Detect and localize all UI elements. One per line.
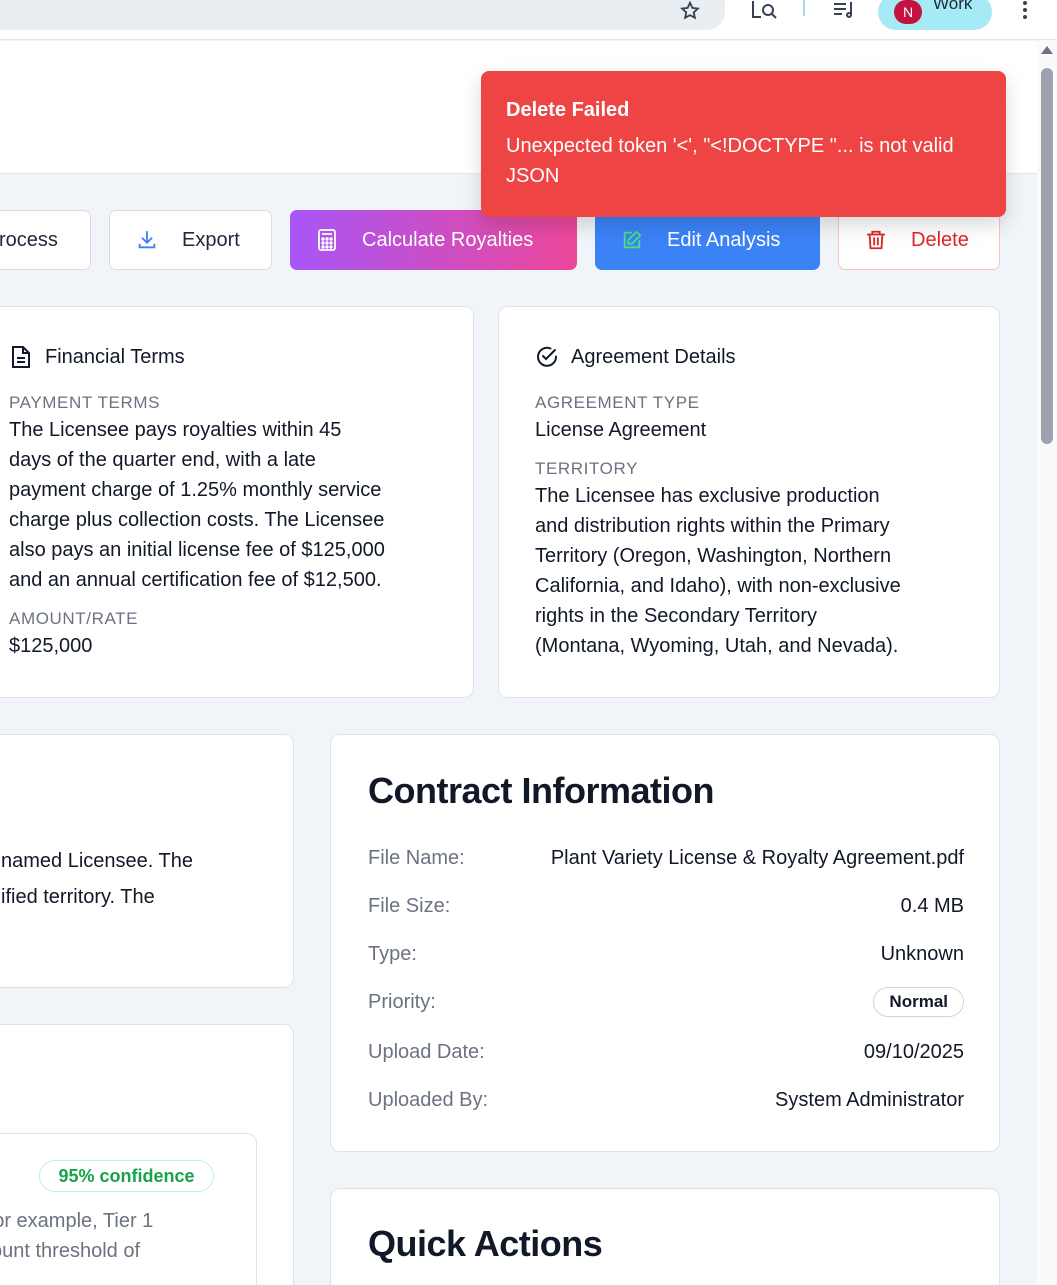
upload-date-label: Upload Date: bbox=[368, 1040, 485, 1063]
file-name-row: File Name: Plant Variety License & Royal… bbox=[368, 843, 964, 873]
payment-terms-line: charge plus collection costs. The Licens… bbox=[9, 509, 385, 531]
payment-terms-line: payment charge of 1.25% monthly service bbox=[9, 479, 382, 501]
payment-terms-value: The Licensee pays royalties within 45 da… bbox=[9, 415, 459, 595]
financial-terms-card: Financial Terms PAYMENT TERMS The Licens… bbox=[0, 306, 474, 698]
insight-item: 95% confidence For example, Tier 1 count… bbox=[0, 1133, 257, 1285]
delete-button-label: Delete bbox=[911, 228, 969, 251]
profile-avatar: N bbox=[894, 0, 922, 24]
edit-icon bbox=[621, 229, 643, 251]
insights-card: 95% confidence For example, Tier 1 count… bbox=[0, 1024, 294, 1285]
territory-line: rights in the Secondary Territory bbox=[535, 605, 817, 627]
territory-line: California, and Idaho), with non-exclusi… bbox=[535, 575, 901, 597]
address-bar[interactable] bbox=[0, 0, 725, 30]
amount-rate-value: $125,000 bbox=[9, 635, 93, 657]
type-row: Type: Unknown bbox=[368, 939, 964, 969]
toolbar-divider bbox=[803, 0, 805, 16]
download-icon bbox=[136, 229, 158, 251]
contract-information-title: Contract Information bbox=[368, 770, 715, 811]
profile-name: Work bbox=[933, 0, 973, 13]
summary-line: ified territory. The bbox=[1, 886, 155, 908]
toast-message: Unexpected token '<', "<!DOCTYPE "... is… bbox=[506, 135, 954, 187]
insight-text: For example, Tier 1 count threshold of bbox=[0, 1206, 153, 1266]
trash-icon bbox=[865, 229, 887, 251]
payment-terms-line: The Licensee pays royalties within 45 bbox=[9, 419, 342, 441]
file-name-label: File Name: bbox=[368, 846, 465, 869]
agreement-type-label: AGREEMENT TYPE bbox=[535, 393, 700, 412]
calculate-royalties-button[interactable]: Calculate Royalties bbox=[290, 210, 577, 270]
payment-terms-line: days of the quarter end, with a late bbox=[9, 449, 316, 471]
summary-card: named Licensee. The ified territory. The bbox=[0, 734, 294, 988]
delete-button[interactable]: Delete bbox=[838, 210, 1000, 270]
uploaded-by-value: System Administrator bbox=[775, 1088, 964, 1111]
scroll-up-arrow-icon[interactable] bbox=[1041, 46, 1053, 54]
file-name-value: Plant Variety License & Royalty Agreemen… bbox=[550, 846, 964, 869]
error-toast[interactable]: Delete Failed Unexpected token '<', "<!D… bbox=[481, 71, 1006, 217]
upload-date-row: Upload Date: 09/10/2025 bbox=[368, 1037, 964, 1067]
bookmark-star-icon[interactable] bbox=[676, 0, 704, 22]
export-button-label: Export bbox=[182, 228, 240, 251]
financial-terms-title: Financial Terms bbox=[45, 345, 185, 368]
agreement-details-card: Agreement Details AGREEMENT TYPE License… bbox=[498, 306, 1000, 698]
confidence-badge: 95% confidence bbox=[39, 1160, 214, 1192]
check-circle-icon bbox=[535, 345, 559, 369]
browser-menu-icon[interactable] bbox=[1018, 0, 1032, 20]
page-search-icon[interactable] bbox=[750, 0, 778, 22]
amount-rate-label: AMOUNT/RATE bbox=[9, 609, 139, 628]
type-label: Type: bbox=[368, 942, 417, 965]
profile-chip[interactable]: N Work bbox=[878, 0, 992, 30]
insight-line: count threshold of bbox=[0, 1240, 140, 1262]
page-scrollbar[interactable] bbox=[1037, 40, 1057, 1285]
browser-toolbar: N Work bbox=[0, 0, 1057, 40]
territory-line: (Montana, Wyoming, Utah, and Nevada). bbox=[535, 635, 899, 657]
agreement-details-header: Agreement Details bbox=[535, 345, 736, 369]
process-button[interactable]: rocess bbox=[0, 210, 91, 270]
file-size-value: 0.4 MB bbox=[900, 894, 964, 917]
media-playlist-icon[interactable] bbox=[830, 0, 858, 22]
edit-analysis-label: Edit Analysis bbox=[667, 228, 781, 251]
territory-line: and distribution rights within the Prima… bbox=[535, 515, 890, 537]
payment-terms-line: also pays an initial license fee of $125… bbox=[9, 539, 385, 561]
uploaded-by-row: Uploaded By: System Administrator bbox=[368, 1085, 964, 1115]
payment-terms-line: and an annual certification fee of $12,5… bbox=[9, 569, 382, 591]
uploaded-by-label: Uploaded By: bbox=[368, 1088, 489, 1111]
file-size-row: File Size: 0.4 MB bbox=[368, 891, 964, 921]
export-button[interactable]: Export bbox=[109, 210, 272, 270]
territory-label: TERRITORY bbox=[535, 459, 639, 478]
scroll-thumb[interactable] bbox=[1041, 68, 1053, 444]
insight-line: For example, Tier 1 bbox=[0, 1210, 154, 1232]
type-value: Unknown bbox=[880, 942, 964, 965]
priority-badge: Normal bbox=[873, 987, 964, 1017]
summary-line: named Licensee. The bbox=[1, 850, 193, 872]
summary-text: named Licensee. The ified territory. The bbox=[1, 843, 193, 915]
document-icon bbox=[9, 345, 33, 369]
quick-actions-title: Quick Actions bbox=[368, 1223, 603, 1264]
quick-actions-card: Quick Actions bbox=[330, 1188, 1000, 1285]
priority-label: Priority: bbox=[368, 990, 436, 1013]
territory-value: The Licensee has exclusive production an… bbox=[535, 481, 985, 661]
agreement-type-value: License Agreement bbox=[535, 419, 707, 441]
territory-line: Territory (Oregon, Washington, Northern bbox=[535, 545, 892, 567]
calculator-icon bbox=[316, 229, 338, 251]
toast-title: Delete Failed bbox=[506, 99, 630, 121]
priority-row: Priority: Normal bbox=[368, 987, 964, 1017]
edit-analysis-button[interactable]: Edit Analysis bbox=[595, 210, 820, 270]
payment-terms-label: PAYMENT TERMS bbox=[9, 393, 161, 412]
file-size-label: File Size: bbox=[368, 894, 451, 917]
calculate-royalties-label: Calculate Royalties bbox=[362, 228, 534, 251]
territory-line: The Licensee has exclusive production bbox=[535, 485, 880, 507]
financial-terms-header: Financial Terms bbox=[9, 345, 185, 369]
process-button-label: rocess bbox=[0, 228, 58, 251]
agreement-details-title: Agreement Details bbox=[571, 345, 736, 368]
upload-date-value: 09/10/2025 bbox=[863, 1040, 964, 1063]
contract-information-card: Contract Information File Name: Plant Va… bbox=[330, 734, 1000, 1152]
